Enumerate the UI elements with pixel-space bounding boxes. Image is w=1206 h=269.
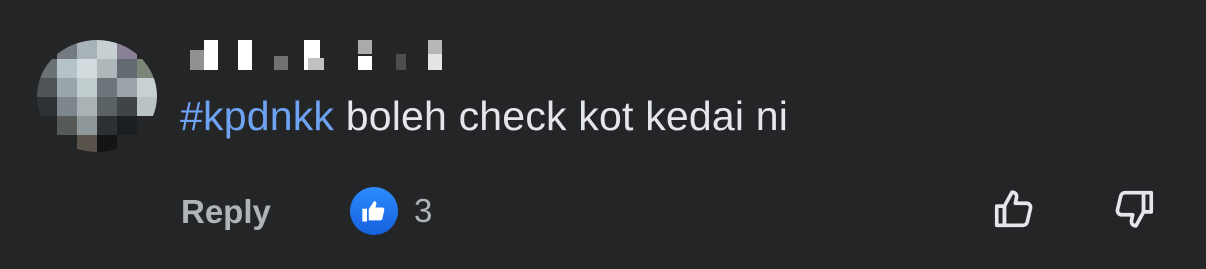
comment-body: #kpdnkk boleh check kot kedai ni (180, 91, 788, 141)
downvote-button[interactable] (1108, 183, 1160, 235)
reaction-count: 3 (414, 192, 433, 229)
like-icon (350, 187, 398, 235)
hashtag-link[interactable]: #kpdnkk (180, 93, 334, 139)
thumbs-down-outline-icon (1115, 190, 1154, 228)
reaction-summary[interactable]: 3 (350, 187, 432, 235)
comment-text: boleh check kot kedai ni (334, 93, 789, 139)
reply-button[interactable]: Reply (181, 193, 271, 231)
upvote-button[interactable] (988, 183, 1040, 235)
thumbs-up-outline-icon (994, 190, 1033, 228)
comment-avatar[interactable] (37, 40, 157, 152)
comment-actions: Reply (181, 188, 271, 236)
comment-author-name[interactable] (190, 38, 450, 72)
